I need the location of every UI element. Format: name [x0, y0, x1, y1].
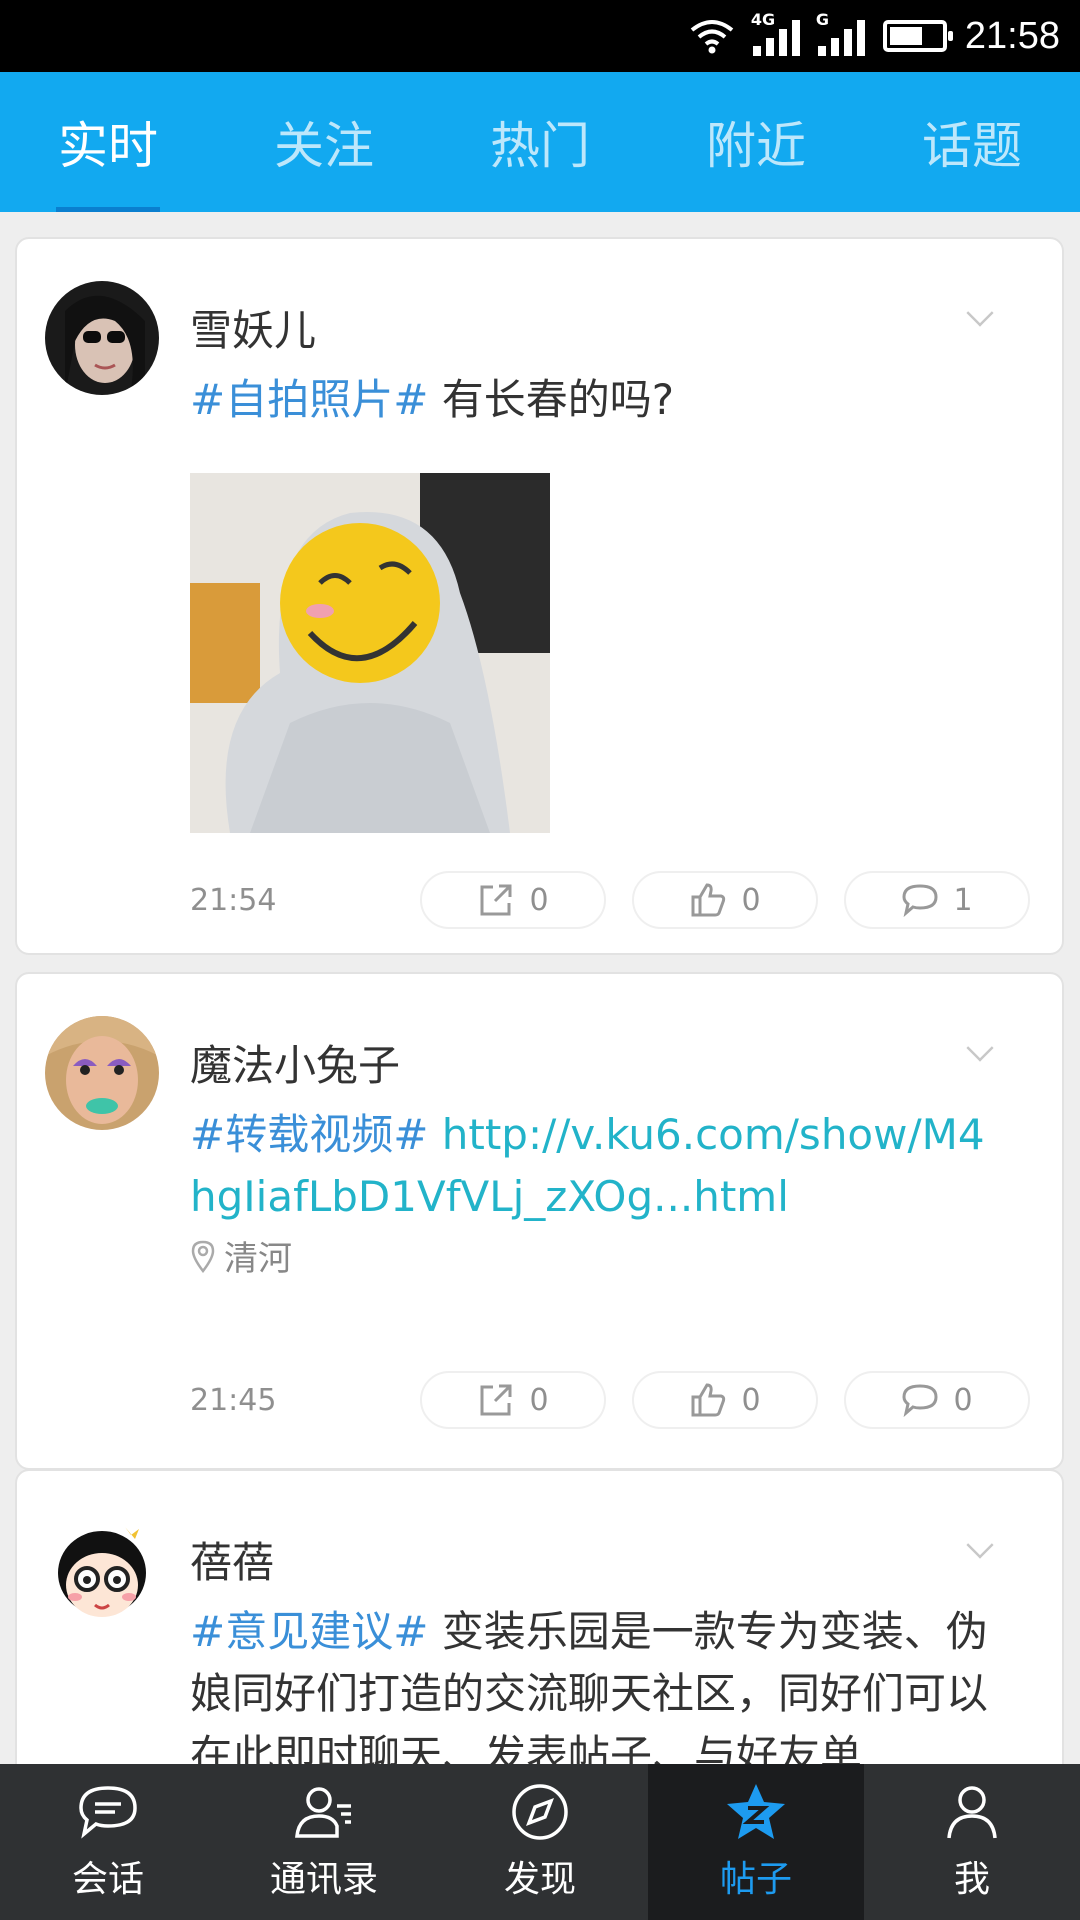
thumbs-up-icon — [691, 1383, 726, 1417]
post-feed[interactable]: 雪妖儿 #自拍照片# 有长春的吗? 21:54 0 0 1 魔法小兔子 #转载视… — [0, 212, 1080, 1764]
clock: 21:58 — [964, 14, 1060, 57]
chevron-down-icon[interactable] — [966, 1531, 994, 1559]
like-button[interactable]: 0 — [632, 1371, 818, 1429]
like-count: 0 — [741, 882, 761, 918]
comment-button[interactable]: 0 — [844, 1371, 1030, 1429]
location-pin-icon — [191, 1240, 215, 1273]
share-count: 0 — [529, 882, 549, 918]
nav-label: 通讯录 — [269, 1859, 378, 1900]
post-content[interactable]: #自拍照片# 有长春的吗? — [190, 369, 1008, 431]
nav-me[interactable]: 我 — [864, 1764, 1080, 1920]
post-card[interactable]: 雪妖儿 #自拍照片# 有长春的吗? 21:54 0 0 1 — [15, 237, 1064, 955]
nav-label: 发现 — [503, 1859, 576, 1900]
post-card[interactable]: 蓓蓓 #意见建议# 变装乐园是一款专为变装、伪娘同好们打造的交流聊天社区，同好们… — [15, 1469, 1064, 1764]
post-content[interactable]: #意见建议# 变装乐园是一款专为变装、伪娘同好们打造的交流聊天社区，同好们可以在… — [190, 1601, 1008, 1764]
post-text: 有长春的吗? — [428, 375, 675, 424]
comment-button[interactable]: 1 — [844, 871, 1030, 929]
post-photo[interactable] — [190, 473, 550, 833]
post-content[interactable]: #转载视频# http://v.ku6.com/show/M4hgIiafLbD… — [190, 1104, 1008, 1228]
signal-g-icon: G — [816, 10, 865, 56]
wifi-icon — [690, 20, 734, 54]
contacts-icon — [295, 1787, 351, 1838]
post-actions: 21:45 0 0 0 — [190, 1369, 1040, 1431]
status-bar: 4G G 21:58 — [0, 0, 1080, 72]
bottom-nav-bar: 会话 通讯录 发现 帖子 我 — [0, 1764, 1080, 1920]
share-button[interactable]: 0 — [420, 871, 606, 929]
share-icon — [480, 884, 512, 916]
comment-icon — [902, 884, 938, 918]
tab-following[interactable]: 关注 — [216, 72, 432, 212]
location-label: 清河 — [224, 1239, 292, 1279]
nav-label: 帖子 — [719, 1859, 792, 1900]
post-time: 21:54 — [190, 882, 277, 918]
top-tab-bar: 实时 关注 热门 附近 话题 — [0, 72, 1080, 212]
comment-count: 0 — [953, 1382, 973, 1418]
post-card[interactable]: 魔法小兔子 #转载视频# http://v.ku6.com/show/M4hgI… — [15, 972, 1064, 1470]
comment-count: 1 — [953, 882, 973, 918]
tab-nearby[interactable]: 附近 — [648, 72, 864, 212]
post-actions: 21:54 0 0 1 — [190, 869, 1040, 931]
thumbs-up-icon — [691, 883, 726, 917]
chevron-down-icon[interactable] — [966, 299, 994, 327]
avatar[interactable] — [45, 1513, 159, 1627]
signal-4g-icon: 4G — [751, 10, 800, 56]
tab-hot[interactable]: 热门 — [432, 72, 648, 212]
compass-icon — [512, 1784, 568, 1840]
tab-realtime[interactable]: 实时 — [0, 72, 216, 212]
post-username[interactable]: 魔法小兔子 — [190, 1032, 400, 1093]
avatar[interactable] — [45, 281, 159, 395]
nav-label: 会话 — [71, 1859, 144, 1900]
like-count: 0 — [741, 1382, 761, 1418]
post-topic-tag[interactable]: #自拍照片# — [190, 375, 428, 424]
post-topic-tag[interactable]: #意见建议# — [190, 1607, 428, 1656]
comment-icon — [902, 1384, 938, 1418]
post-time: 21:45 — [190, 1382, 277, 1418]
chevron-down-icon[interactable] — [966, 1034, 994, 1062]
person-icon — [947, 1786, 997, 1839]
post-username[interactable]: 蓓蓓 — [190, 1529, 274, 1590]
star-z-icon — [727, 1784, 785, 1839]
post-location[interactable]: 清河 — [190, 1231, 292, 1280]
post-username[interactable]: 雪妖儿 — [190, 297, 316, 358]
avatar[interactable] — [45, 1016, 159, 1130]
share-count: 0 — [529, 1382, 549, 1418]
post-topic-tag[interactable]: #转载视频# — [190, 1110, 428, 1159]
nav-posts[interactable]: 帖子 — [648, 1764, 864, 1920]
chat-icon — [79, 1786, 137, 1839]
nav-discover[interactable]: 发现 — [432, 1764, 648, 1920]
nav-chats[interactable]: 会话 — [0, 1764, 216, 1920]
nav-label: 我 — [953, 1859, 990, 1900]
battery-icon — [882, 20, 953, 52]
like-button[interactable]: 0 — [632, 871, 818, 929]
tab-topics[interactable]: 话题 — [864, 72, 1080, 212]
share-icon — [480, 1384, 512, 1416]
share-button[interactable]: 0 — [420, 1371, 606, 1429]
nav-contacts[interactable]: 通讯录 — [216, 1764, 432, 1920]
